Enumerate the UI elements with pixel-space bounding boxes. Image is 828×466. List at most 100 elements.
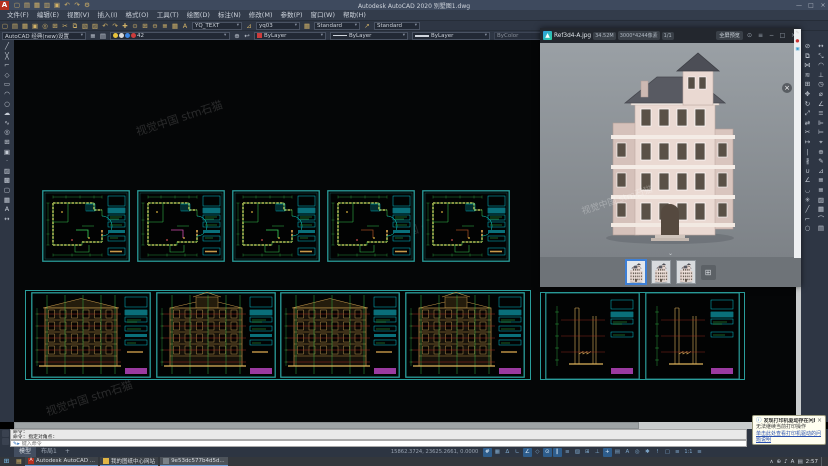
erase-icon[interactable]: ⊘ bbox=[803, 42, 813, 52]
undo-icon[interactable]: ↶ bbox=[100, 21, 110, 31]
zoom-realtime-icon[interactable]: ⊙ bbox=[130, 21, 140, 31]
line-icon[interactable]: ╱ bbox=[803, 205, 813, 215]
polyline-icon[interactable]: ⌐ bbox=[803, 215, 813, 225]
menu-item-10[interactable]: 窗口(W) bbox=[306, 10, 339, 20]
plan-sheet-1[interactable] bbox=[42, 190, 130, 262]
arc-icon[interactable]: ◠ bbox=[2, 90, 12, 100]
annotation-monitor-toggle-icon[interactable]: ! bbox=[653, 448, 662, 457]
break-icon[interactable]: ∦ bbox=[803, 157, 813, 167]
circle-icon[interactable]: ○ bbox=[2, 100, 12, 110]
table-icon[interactable]: ▦ bbox=[2, 196, 12, 206]
list-icon[interactable]: ▤ bbox=[816, 224, 826, 234]
make-block-icon[interactable]: ▣ bbox=[2, 148, 12, 158]
command-palette-anchor[interactable] bbox=[0, 429, 10, 447]
viewer-minimize-icon[interactable]: − bbox=[767, 32, 776, 39]
extend-icon[interactable]: ↦ bbox=[803, 138, 813, 148]
transparency-toggle-icon[interactable]: ▨ bbox=[573, 448, 582, 457]
make-current-icon[interactable]: ⊕ bbox=[232, 31, 242, 41]
viewer-maximize-icon[interactable]: □ bbox=[778, 32, 787, 39]
clean-screen-toggle-icon[interactable]: ▢ bbox=[663, 448, 672, 457]
collapse-thumbs-icon[interactable]: ⌄ bbox=[668, 250, 673, 257]
image-close-icon[interactable]: × bbox=[782, 83, 792, 93]
taskbar-task-3[interactable]: 9e53dc577b4d5d... bbox=[160, 457, 228, 466]
menu-item-8[interactable]: 修改(M) bbox=[245, 10, 277, 20]
dynamic-ucs-toggle-icon[interactable]: ⊥ bbox=[593, 448, 602, 457]
ellipse-icon[interactable]: ◎ bbox=[2, 128, 12, 138]
close-icon[interactable]: × bbox=[818, 2, 828, 9]
viewer-thumbnail-strip[interactable]: ⌄ ⊞ bbox=[540, 257, 801, 287]
properties-icon[interactable]: ≣ bbox=[816, 186, 826, 196]
ortho-toggle-icon[interactable]: ∟ bbox=[513, 448, 522, 457]
designcenter-icon[interactable]: ▦ bbox=[170, 21, 180, 31]
menu-item-4[interactable]: 格式(O) bbox=[122, 10, 153, 20]
object-snap-tracking-toggle-icon[interactable]: ∥ bbox=[553, 448, 562, 457]
chamfer-icon[interactable]: ∠ bbox=[803, 176, 813, 186]
command-input[interactable] bbox=[22, 441, 746, 447]
hatch-icon[interactable]: ▨ bbox=[2, 167, 12, 177]
fullscreen-preview-button[interactable]: 全屏预览 bbox=[716, 31, 743, 40]
viewer-edit-panel[interactable]: ✎ ● ▣ bbox=[794, 29, 801, 258]
zoom-previous-icon[interactable]: ⊖ bbox=[150, 21, 160, 31]
customization-menu-icon[interactable]: ≡ bbox=[695, 448, 704, 457]
copy-icon[interactable]: ⧉ bbox=[803, 52, 813, 62]
point-icon[interactable]: · bbox=[2, 157, 12, 167]
plan-sheet-2[interactable] bbox=[137, 190, 225, 262]
plan-sheet-4[interactable] bbox=[327, 190, 415, 262]
table-style-combo[interactable]: Standard▾ bbox=[314, 22, 360, 30]
scale-icon[interactable]: ⤢ bbox=[803, 109, 813, 119]
command-line[interactable]: ✎▸ bbox=[10, 440, 747, 447]
properties-icon[interactable]: ≣ bbox=[160, 21, 170, 31]
text-icon[interactable]: A bbox=[2, 205, 12, 215]
dim-edit-icon[interactable]: ✎ bbox=[816, 157, 826, 167]
revcloud-icon[interactable]: ☁ bbox=[2, 109, 12, 119]
dim-aligned-icon[interactable]: ⤡ bbox=[816, 52, 826, 62]
section-sheet-1[interactable] bbox=[545, 292, 640, 380]
annotation-visibility-toggle-icon[interactable]: A bbox=[623, 448, 632, 457]
offset-icon[interactable]: ≋ bbox=[803, 71, 813, 81]
group-icon[interactable]: ▦ bbox=[816, 205, 826, 215]
object-snap-toggle-icon[interactable]: ⊙ bbox=[543, 448, 552, 457]
add-layout-icon[interactable]: + bbox=[62, 447, 73, 457]
snap-mode-toggle-icon[interactable]: ▦ bbox=[493, 448, 502, 457]
mirror-icon[interactable]: ⋈ bbox=[803, 61, 813, 71]
layer-combo[interactable]: 42▾ bbox=[110, 32, 230, 40]
isometric-drafting-toggle-icon[interactable]: ◇ bbox=[533, 448, 542, 457]
edit-pencil-icon[interactable]: ✎ bbox=[796, 31, 800, 36]
plot-icon[interactable]: ▣ bbox=[30, 21, 40, 31]
thumbnail-2[interactable] bbox=[651, 260, 671, 284]
construction-line-icon[interactable]: ╳ bbox=[2, 52, 12, 62]
grid-toggle-icon[interactable]: # bbox=[483, 448, 492, 457]
tab-model[interactable]: 模型 bbox=[14, 447, 36, 457]
dynamic-input-toggle-icon[interactable]: + bbox=[603, 448, 612, 457]
viewer-image-area[interactable]: 视觉中国 stm石猫 × bbox=[540, 43, 801, 257]
volume-icon[interactable]: ♪ bbox=[784, 457, 788, 466]
elevation-sheet-4[interactable] bbox=[405, 292, 525, 378]
mleader-style-combo[interactable]: Standard▾ bbox=[374, 22, 420, 30]
minimize-icon[interactable]: — bbox=[794, 2, 804, 9]
mark-icon[interactable]: ● bbox=[796, 39, 800, 44]
autocad-logo-icon[interactable]: A bbox=[0, 1, 9, 10]
insert-block-icon[interactable]: ⊞ bbox=[2, 138, 12, 148]
elevation-sheet-2[interactable] bbox=[156, 292, 276, 378]
infer-constraints-toggle-icon[interactable]: ∆ bbox=[503, 448, 512, 457]
explode-icon[interactable]: ✳ bbox=[803, 196, 813, 206]
workspace-switching-toggle-icon[interactable]: ✱ bbox=[643, 448, 652, 457]
break-point-icon[interactable]: ∣ bbox=[803, 148, 813, 158]
workspace-combo[interactable]: AutoCAD 经典(new)设置▾ bbox=[2, 32, 86, 40]
maximize-icon[interactable]: □ bbox=[806, 2, 816, 9]
text-style-combo[interactable]: YQ_TEXT▾ bbox=[192, 22, 242, 30]
rotate-icon[interactable]: ↻ bbox=[803, 100, 813, 110]
message-icon[interactable]: ▤ bbox=[797, 457, 802, 466]
dimension-icon[interactable]: ↔ bbox=[2, 215, 12, 225]
section-sheet-2[interactable] bbox=[645, 292, 740, 380]
new-file-icon[interactable]: ▢ bbox=[0, 21, 10, 31]
tab-layout1[interactable]: 布局1 bbox=[36, 447, 62, 457]
save-as-icon[interactable]: ▥ bbox=[42, 0, 52, 10]
match-properties-icon[interactable]: ▨ bbox=[90, 21, 100, 31]
open-file-icon[interactable]: ▤ bbox=[10, 21, 20, 31]
fillet-icon[interactable]: ◡ bbox=[803, 186, 813, 196]
plan-sheet-3[interactable] bbox=[232, 190, 320, 262]
measure-icon[interactable]: ⌒ bbox=[816, 215, 826, 225]
user-icon[interactable]: ⊙ bbox=[745, 32, 754, 39]
save-file-icon[interactable]: ▦ bbox=[32, 0, 42, 10]
